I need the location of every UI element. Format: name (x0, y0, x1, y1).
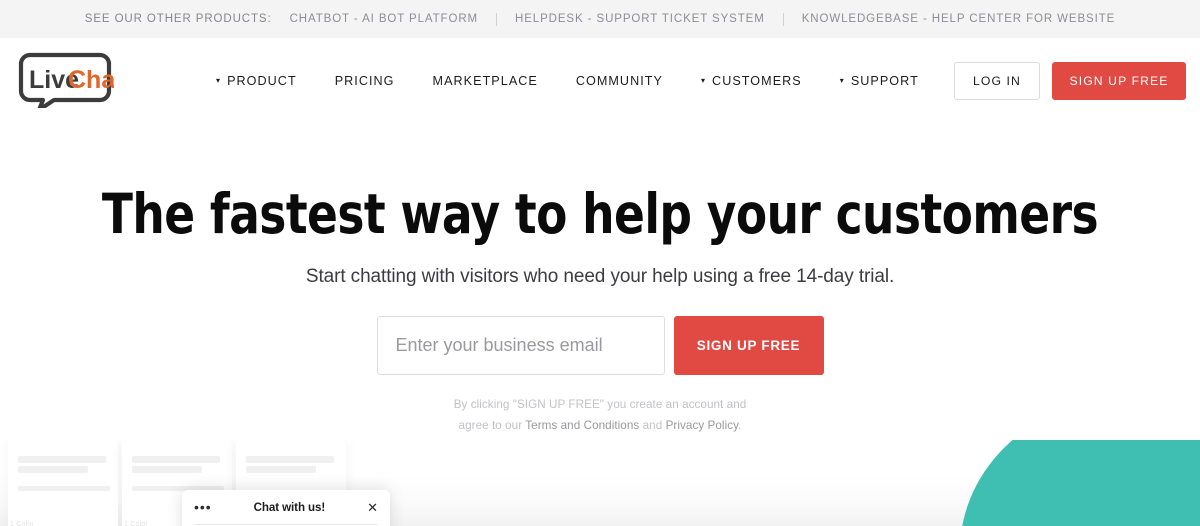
page-title: The fastest way to help your customers (101, 182, 1099, 246)
topbar-link-knowledgebase[interactable]: KNOWLEDGEBASE - HELP CENTER FOR WEBSITE (802, 13, 1116, 25)
topbar-separator (496, 12, 498, 26)
hero-section: The fastest way to help your customers S… (0, 124, 1200, 436)
nav-item-community[interactable]: COMMUNITY (576, 74, 663, 88)
nav-item-product[interactable]: ▾ PRODUCT (216, 74, 297, 88)
other-products-bar: SEE OUR OTHER PRODUCTS: CHATBOT - AI BOT… (0, 0, 1200, 38)
ghost-card-caption: 1 Color (124, 521, 148, 526)
chat-widget-title: Chat with us! (253, 500, 326, 514)
chat-widget[interactable]: ••• Chat with us! ✕ (182, 490, 390, 526)
chat-widget-divider (194, 524, 378, 525)
page-root: SEE OUR OTHER PRODUCTS: CHATBOT - AI BOT… (0, 0, 1200, 526)
other-products-bar-inner: SEE OUR OTHER PRODUCTS: CHATBOT - AI BOT… (84, 12, 1116, 26)
nav-item-customers[interactable]: ▾ CUSTOMERS (701, 74, 802, 88)
sign-up-free-button-hero[interactable]: SIGN UP FREE (673, 316, 824, 376)
chevron-down-icon: ▾ (700, 76, 707, 85)
ghost-line (246, 456, 334, 463)
ghost-card: 1 Color (8, 440, 118, 526)
topbar-link-chatbot[interactable]: CHATBOT - AI BOT PLATFORM (290, 13, 478, 25)
nav-item-label: MARKETPLACE (432, 74, 538, 88)
hero-subtitle: Start chatting with visitors who need yo… (305, 266, 895, 288)
chevron-down-icon: ▾ (839, 76, 845, 85)
nav-item-label: PRODUCT (227, 74, 297, 88)
nav-item-label: CUSTOMERS (712, 74, 802, 88)
ghost-line (246, 466, 316, 473)
privacy-policy-link[interactable]: Privacy Policy (666, 419, 739, 432)
signup-form: SIGN UP FREE (0, 316, 1200, 376)
terms-line-1: By clicking "SIGN UP FREE" you create an… (453, 398, 747, 412)
site-header: Live Chat ▾ PRODUCT PRICING MARKETPLACE … (0, 38, 1200, 124)
other-products-label: SEE OUR OTHER PRODUCTS: (84, 13, 272, 25)
teal-blob-decoration (960, 440, 1200, 526)
livechat-logo[interactable]: Live Chat (16, 52, 124, 113)
bottom-decoration: 1 Color 1 Color (0, 440, 1200, 526)
terms-disclaimer: By clicking "SIGN UP FREE" you create an… (0, 395, 1200, 436)
chat-widget-header: ••• Chat with us! ✕ (182, 490, 390, 524)
sign-up-free-button-header[interactable]: SIGN UP FREE (1052, 62, 1186, 100)
email-field[interactable] (376, 316, 665, 376)
ghost-line (18, 486, 110, 491)
chevron-down-icon: ▾ (216, 76, 222, 85)
chat-menu-icon[interactable]: ••• (194, 500, 212, 514)
terms-and-conditions-link[interactable]: Terms and Conditions (525, 419, 639, 432)
nav-item-marketplace[interactable]: MARKETPLACE (433, 74, 538, 88)
log-in-button[interactable]: LOG IN (954, 62, 1040, 100)
logo-text-chat: Chat (68, 66, 114, 94)
terms-text-suffix: . (738, 418, 742, 432)
livechat-logo-icon: Live Chat (18, 52, 124, 113)
ghost-line (132, 456, 220, 463)
nav-item-label: SUPPORT (850, 74, 919, 88)
topbar-link-helpdesk[interactable]: HELPDESK - SUPPORT TICKET SYSTEM (515, 13, 765, 25)
close-icon[interactable]: ✕ (367, 501, 378, 514)
header-actions: LOG IN SIGN UP FREE (954, 38, 1186, 124)
ghost-line (18, 466, 88, 473)
terms-line-2: agree to our Terms and Conditions and Pr… (0, 416, 1200, 436)
terms-text-conjunction: and (639, 418, 666, 432)
topbar-separator (782, 12, 784, 26)
nav-item-label: PRICING (334, 74, 395, 88)
nav-item-label: COMMUNITY (575, 74, 663, 88)
ghost-line (18, 456, 106, 463)
main-nav: ▾ PRODUCT PRICING MARKETPLACE COMMUNITY … (216, 38, 919, 124)
ghost-card-caption: 1 Color (10, 521, 34, 526)
nav-item-pricing[interactable]: PRICING (335, 74, 395, 88)
terms-text-prefix: agree to our (458, 418, 526, 432)
ghost-line (132, 466, 202, 473)
nav-item-support[interactable]: ▾ SUPPORT (840, 74, 919, 88)
